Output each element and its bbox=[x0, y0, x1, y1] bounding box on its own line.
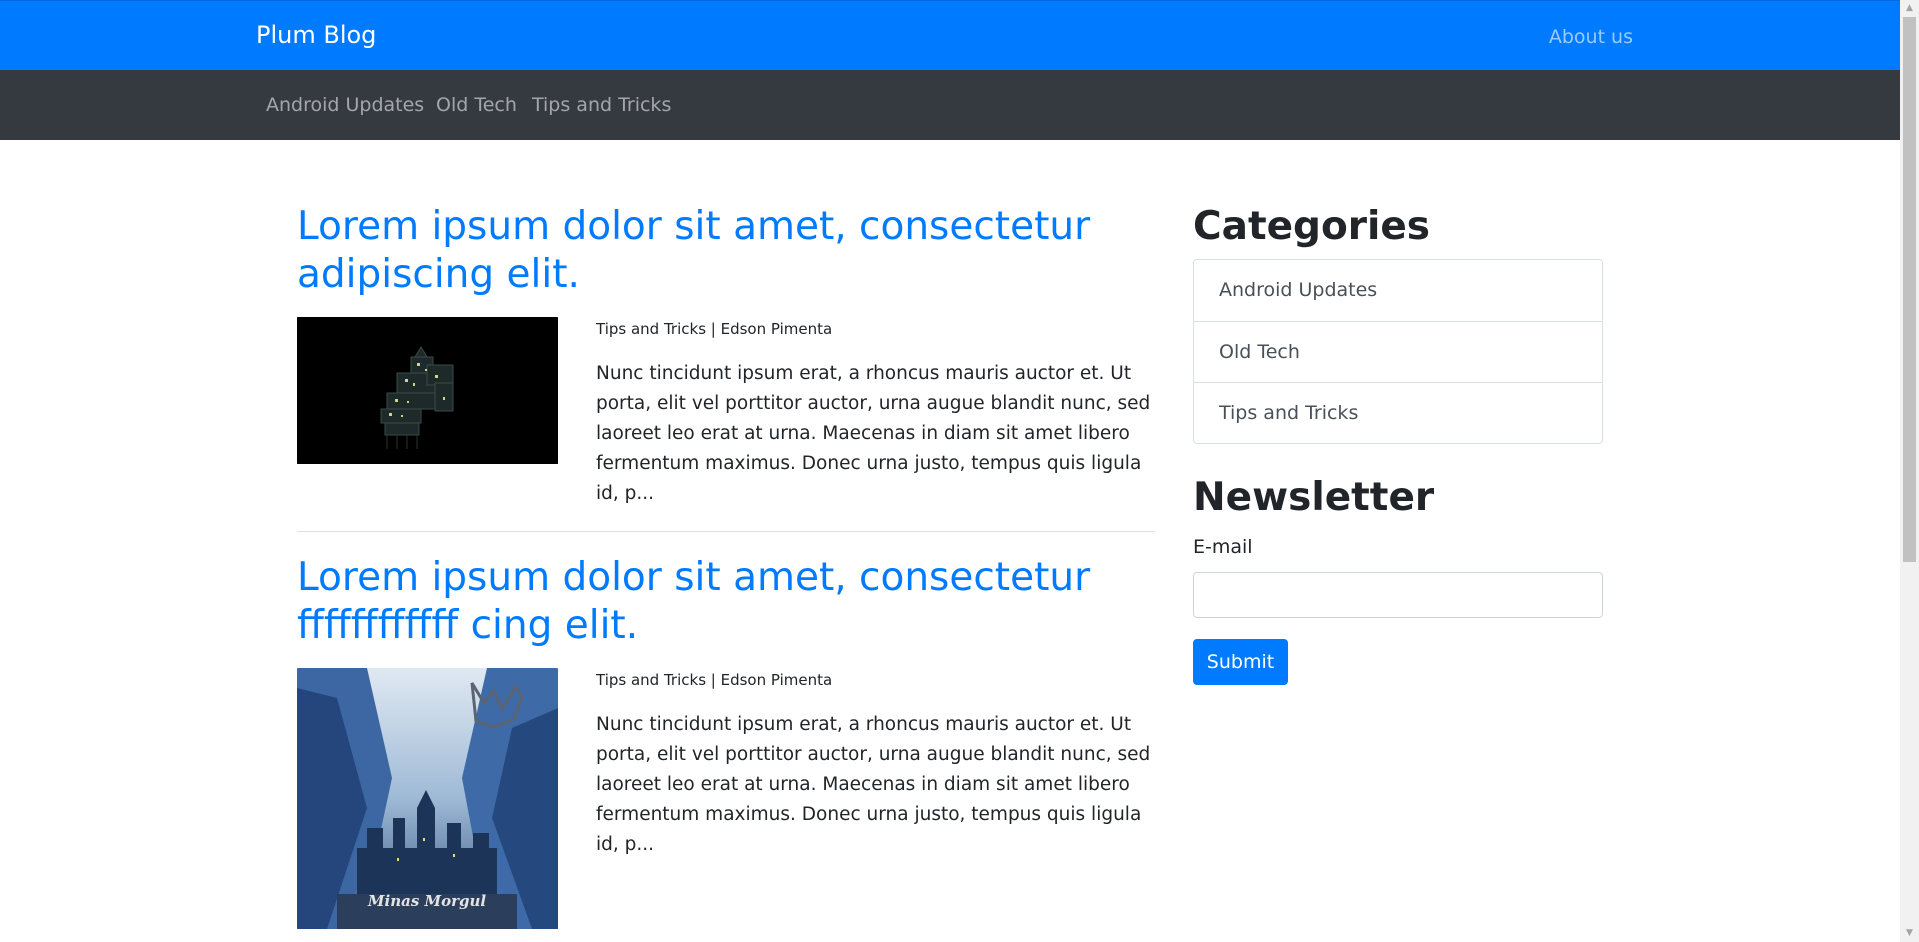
category-list: Android Updates Old Tech Tips and Tricks bbox=[1193, 259, 1603, 444]
post-title-link[interactable]: Lorem ipsum dolor sit amet, consectetur … bbox=[297, 554, 1155, 650]
castle-night-image bbox=[297, 317, 558, 464]
post-card: Lorem ipsum dolor sit amet, consectetur … bbox=[297, 554, 1155, 942]
minas-morgul-caption: Minas Morgul bbox=[367, 892, 487, 910]
scroll-down-icon[interactable]: ▼ bbox=[1900, 925, 1919, 942]
about-us-link[interactable]: About us bbox=[1549, 26, 1633, 48]
categories-heading: Categories bbox=[1193, 204, 1431, 249]
page: Plum Blog About us Android Updates Old T… bbox=[0, 0, 1919, 942]
post-card: Lorem ipsum dolor sit amet, consectetur … bbox=[297, 203, 1155, 523]
nav-old-tech[interactable]: Old Tech bbox=[436, 94, 517, 116]
post-excerpt: Nunc tincidunt ipsum erat, a rhoncus mau… bbox=[596, 714, 1151, 855]
brand-link[interactable]: Plum Blog bbox=[256, 21, 376, 49]
post-meta: Tips and Tricks | Edson Pimenta bbox=[596, 320, 833, 338]
minas-morgul-album-image: Minas Morgul bbox=[297, 668, 558, 929]
post-title-line: ffffffffffff cing elit. bbox=[297, 603, 639, 648]
post-divider bbox=[297, 531, 1155, 532]
newsletter-section: Newsletter bbox=[1193, 474, 1603, 522]
top-navbar: Plum Blog About us bbox=[0, 0, 1900, 70]
post-title-line: Lorem ipsum dolor sit amet, consectetur bbox=[297, 204, 1091, 249]
post-excerpt: Nunc tincidunt ipsum erat, a rhoncus mau… bbox=[596, 363, 1151, 504]
email-label: E-mail bbox=[1193, 536, 1253, 558]
nav-android-updates[interactable]: Android Updates bbox=[266, 94, 424, 116]
post-meta: Tips and Tricks | Edson Pimenta bbox=[596, 671, 833, 689]
category-item-old-tech[interactable]: Old Tech bbox=[1194, 321, 1602, 382]
scrollbar-thumb[interactable] bbox=[1903, 17, 1916, 562]
category-item-android-updates[interactable]: Android Updates bbox=[1194, 260, 1602, 321]
submit-button[interactable]: Submit bbox=[1193, 639, 1288, 685]
email-input[interactable] bbox=[1193, 572, 1603, 618]
post-title-link[interactable]: Lorem ipsum dolor sit amet, consectetur … bbox=[297, 203, 1155, 299]
post-title-line: Lorem ipsum dolor sit amet, consectetur bbox=[297, 555, 1091, 600]
newsletter-heading: Newsletter bbox=[1193, 475, 1435, 520]
nav-tips-and-tricks[interactable]: Tips and Tricks bbox=[532, 94, 671, 116]
scroll-up-icon[interactable]: ▲ bbox=[1900, 0, 1919, 17]
page-scrollbar[interactable]: ▲ ▼ bbox=[1900, 0, 1919, 942]
category-item-tips-and-tricks[interactable]: Tips and Tricks bbox=[1194, 382, 1602, 443]
post-thumbnail-castle-night[interactable] bbox=[297, 317, 558, 464]
post-thumbnail-minas-morgul[interactable]: Minas Morgul bbox=[297, 668, 558, 929]
category-navbar: Android Updates Old Tech Tips and Tricks bbox=[0, 70, 1900, 140]
categories-section: Categories bbox=[1193, 203, 1603, 251]
post-title-line: adipiscing elit. bbox=[297, 252, 580, 297]
